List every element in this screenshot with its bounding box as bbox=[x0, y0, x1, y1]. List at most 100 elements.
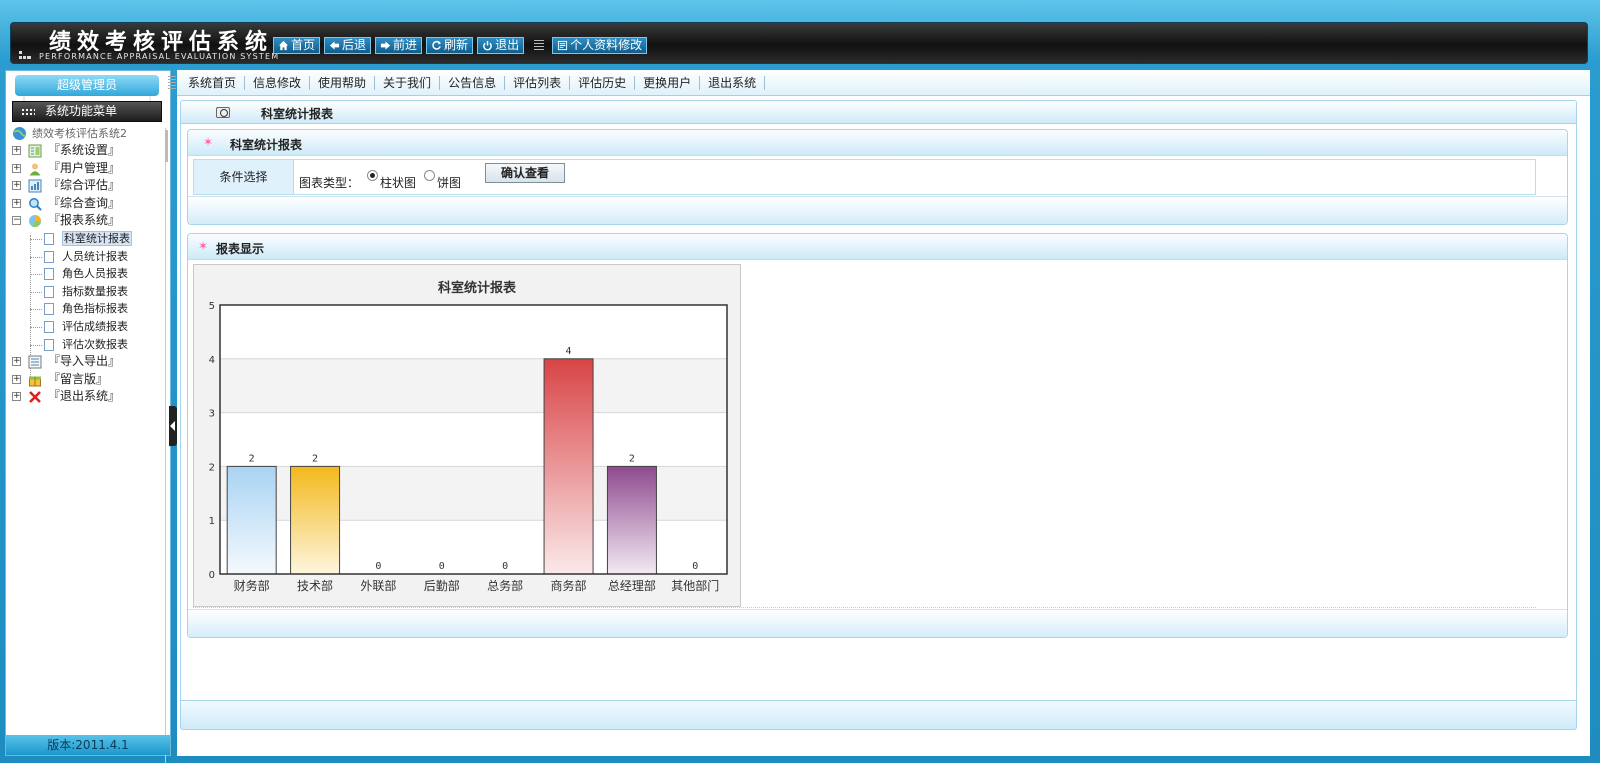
radio-pie-label[interactable]: 饼图 bbox=[437, 174, 461, 191]
condition-panel-title: 科室统计报表 bbox=[230, 138, 303, 152]
expand-icon[interactable]: + bbox=[12, 374, 21, 384]
expand-icon[interactable]: + bbox=[12, 357, 21, 367]
bar bbox=[226, 465, 277, 575]
nav-evaluation-history[interactable]: 评估历史 bbox=[570, 75, 636, 90]
import-export-icon bbox=[28, 355, 42, 369]
expand-icon[interactable]: + bbox=[12, 181, 21, 191]
profile-edit-label: 个人资料修改 bbox=[570, 38, 643, 52]
refresh-icon bbox=[432, 40, 442, 50]
menu-dots-icon bbox=[21, 108, 35, 117]
radio-pie-chart[interactable] bbox=[424, 169, 435, 183]
bar-value-label: 2 bbox=[312, 453, 318, 464]
sidebar-group-exit[interactable]: + 『退出系统』 bbox=[10, 388, 166, 406]
report-panel-header: ✶ 报表显示 bbox=[188, 234, 1567, 260]
sidebar-item-label: 角色人员报表 bbox=[62, 267, 128, 281]
nav-exit[interactable]: 退出系统 bbox=[700, 75, 766, 90]
sidebar-item-count-report[interactable]: 评估次数报表 bbox=[10, 336, 166, 354]
sidebar-item-score-report[interactable]: 评估成绩报表 bbox=[10, 318, 166, 336]
sidebar-item-department-report[interactable]: 科室统计报表 bbox=[10, 230, 166, 248]
sidebar-group-label: 『综合查询』 bbox=[48, 195, 121, 210]
profile-edit-button[interactable]: 个人资料修改 bbox=[552, 37, 648, 54]
nav-announcements[interactable]: 公告信息 bbox=[440, 75, 506, 90]
back-button[interactable]: 后退 bbox=[324, 37, 372, 54]
evaluate-icon bbox=[28, 179, 42, 193]
globe-icon bbox=[13, 127, 26, 140]
refresh-button-label: 刷新 bbox=[444, 38, 469, 52]
star-icon: ✶ bbox=[203, 135, 214, 149]
menu-title-text: 系统功能菜单 bbox=[45, 104, 118, 118]
radio-bar[interactable] bbox=[367, 170, 378, 181]
sidebar-group-evaluation[interactable]: + 『综合评估』 bbox=[10, 177, 166, 195]
sidebar-group-query[interactable]: + 『综合查询』 bbox=[10, 195, 166, 213]
sidebar-group-label: 『用户管理』 bbox=[48, 160, 121, 175]
settings-icon bbox=[28, 144, 42, 158]
expand-icon[interactable]: + bbox=[12, 163, 21, 173]
bar-chart: 科室统计报表 0 1 2 3 4 5 2 财务部 2 技术部 0 外联部 0 后勤部 0 总务部 4 商务部 2 总经… bbox=[209, 280, 728, 593]
bar-value-label: 4 bbox=[566, 346, 572, 357]
x-tick-label: 商务部 bbox=[551, 578, 587, 593]
menu-title: 系统功能菜单 bbox=[12, 101, 162, 122]
nav-evaluation-list[interactable]: 评估列表 bbox=[505, 75, 571, 90]
version-label: 版本:2011.4.1 bbox=[6, 735, 170, 755]
condition-panel-footer bbox=[188, 196, 1567, 224]
sidebar-item-label: 角色指标报表 bbox=[62, 302, 128, 316]
arrow-right-icon bbox=[380, 41, 391, 50]
sidebar-item-role-indicator-report[interactable]: 角色指标报表 bbox=[10, 300, 166, 318]
x-tick-label: 其他部门 bbox=[671, 578, 719, 593]
nav-home[interactable]: 系统首页 bbox=[180, 75, 246, 90]
collapse-icon[interactable]: − bbox=[12, 216, 21, 226]
content-header: 科室统计报表 bbox=[180, 100, 1577, 124]
top-nav: 系统首页 信息修改 使用帮助 关于我们 公告信息 评估列表 评估历史 更换用户 … bbox=[168, 70, 1590, 96]
radio-bar-label[interactable]: 柱状图 bbox=[380, 174, 416, 191]
sidebar-item-staff-report[interactable]: 人员统计报表 bbox=[10, 248, 166, 266]
logout-button[interactable]: 退出 bbox=[477, 37, 525, 54]
radio-bar-chart[interactable] bbox=[367, 169, 378, 183]
expand-icon[interactable]: + bbox=[12, 198, 21, 208]
bar-value-label: 0 bbox=[439, 561, 445, 572]
main-area: 系统首页 信息修改 使用帮助 关于我们 公告信息 评估列表 评估历史 更换用户 … bbox=[168, 70, 1590, 756]
bar-value-label: 0 bbox=[502, 561, 508, 572]
tree-root[interactable]: 绩效考核评估系统2 bbox=[10, 125, 166, 142]
sidebar-item-indicator-count-report[interactable]: 指标数量报表 bbox=[10, 283, 166, 301]
nav-grip-icon bbox=[168, 75, 176, 90]
sidebar-item-role-staff-report[interactable]: 角色人员报表 bbox=[10, 265, 166, 283]
nav-switch-user[interactable]: 更换用户 bbox=[635, 75, 701, 90]
confirm-view-button[interactable]: 确认查看 bbox=[485, 163, 565, 183]
app-frame: 绩效考核评估系统 PERFORMANCE APPRAISAL EVALUATIO… bbox=[0, 0, 1600, 763]
sidebar-group-message-board[interactable]: + 『留言版』 bbox=[10, 371, 166, 389]
content-footer bbox=[180, 700, 1577, 730]
chart-title: 科室统计报表 bbox=[438, 280, 517, 296]
condition-row: 条件选择 图表类型： 柱状图 饼图 确认查看 bbox=[193, 159, 1536, 195]
content-container: 科室统计报表 ✶ 科室统计报表 条件选择 图表类型： 柱状图 饼图 确认查看 ✶… bbox=[180, 100, 1577, 740]
document-icon bbox=[44, 268, 54, 281]
radio-pie[interactable] bbox=[424, 170, 435, 181]
bar-value-label: 0 bbox=[375, 561, 381, 572]
nav-edit-info[interactable]: 信息修改 bbox=[245, 75, 311, 90]
sidebar-group-label: 『综合评估』 bbox=[48, 178, 121, 193]
app-header: 绩效考核评估系统 PERFORMANCE APPRAISAL EVALUATIO… bbox=[10, 22, 1588, 64]
chart-container: 科室统计报表 0 1 2 3 4 5 2 财务部 2 技术部 0 外联部 0 后勤部 0 总务部 4 商务部 2 总经… bbox=[193, 264, 741, 607]
sidebar-group-user-management[interactable]: + 『用户管理』 bbox=[10, 160, 166, 178]
sidebar-item-label: 科室统计报表 bbox=[62, 230, 132, 246]
condition-label: 条件选择 bbox=[194, 160, 294, 194]
report-panel: ✶ 报表显示 科室统计报表 0 1 2 3 4 5 2 财务部 2 技术部 0 外联部 0 后勤部 0 总务部… bbox=[187, 233, 1568, 638]
sidebar-group-reports[interactable]: − 『报表系统』 bbox=[10, 212, 166, 230]
refresh-button[interactable]: 刷新 bbox=[426, 37, 474, 54]
sidebar-collapse-handle[interactable] bbox=[169, 406, 177, 446]
home-button[interactable]: 首页 bbox=[273, 37, 321, 54]
y-tick-label: 2 bbox=[209, 462, 215, 473]
tree-root-label: 绩效考核评估系统2 bbox=[32, 127, 127, 140]
search-icon bbox=[29, 197, 42, 211]
nav-help[interactable]: 使用帮助 bbox=[310, 75, 376, 90]
sidebar-group-system-settings[interactable]: + 『系统设置』 bbox=[10, 142, 166, 160]
expand-icon[interactable]: + bbox=[12, 146, 21, 155]
expand-icon[interactable]: + bbox=[12, 392, 21, 402]
forward-button[interactable]: 前进 bbox=[375, 37, 423, 54]
admin-role-label: 超级管理员 bbox=[15, 75, 159, 96]
x-tick-label: 外联部 bbox=[360, 578, 396, 593]
nav-about[interactable]: 关于我们 bbox=[375, 75, 441, 90]
sidebar-group-import-export[interactable]: + 『导入导出』 bbox=[10, 353, 166, 371]
bar-value-label: 2 bbox=[249, 453, 255, 464]
condition-panel-header: ✶ 科室统计报表 bbox=[188, 130, 1567, 156]
report-panel-title: 报表显示 bbox=[216, 242, 265, 256]
